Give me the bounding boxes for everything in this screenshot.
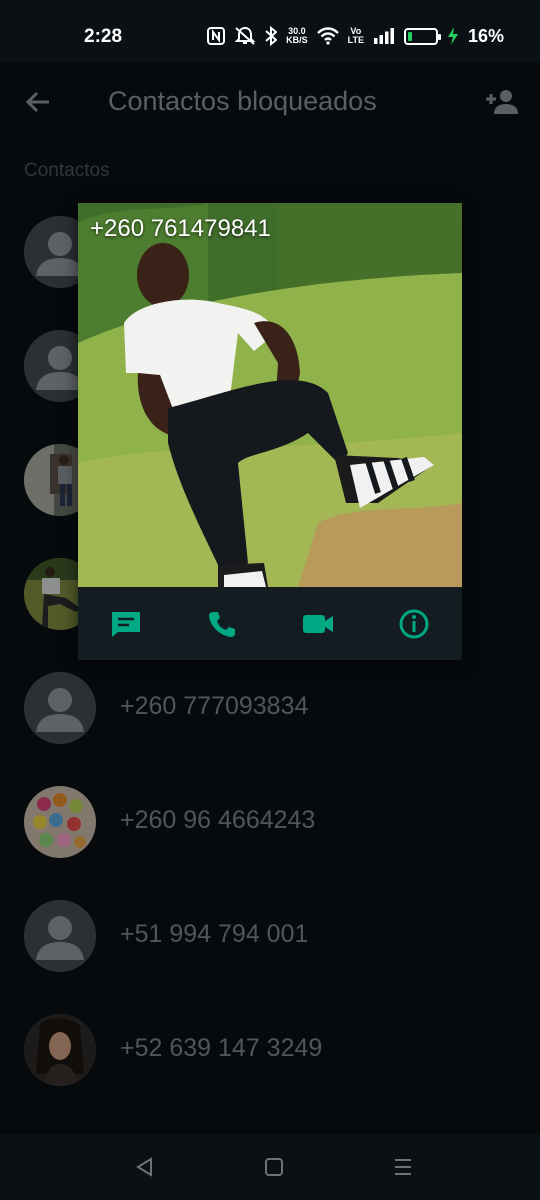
profile-popup: +260 761479841 [78, 203, 462, 660]
contact-name: +260 777093834 [120, 692, 309, 720]
message-button[interactable] [96, 594, 156, 654]
info-button[interactable] [384, 594, 444, 654]
message-icon [112, 611, 140, 637]
net-speed-unit: KB/S [286, 35, 308, 45]
photo-avatar [24, 786, 96, 858]
default-avatar-icon [24, 672, 96, 744]
status-bar: 2:28 30.0 KB/S Vo LTE 16% [0, 0, 540, 70]
status-time: 2:28 [84, 26, 123, 47]
section-label: Contactos [24, 160, 110, 181]
contact-name: +51 994 794 001 [120, 920, 309, 948]
arrow-back-icon [25, 91, 49, 113]
back-button[interactable] [18, 82, 58, 122]
battery-percent: 16% [467, 25, 504, 46]
nav-menu-icon [395, 1159, 411, 1175]
page-title: Contactos bloqueados [108, 86, 377, 116]
system-nav-bar [0, 1134, 540, 1200]
avatar [24, 900, 96, 972]
list-item[interactable]: +260 96 4664243 [0, 786, 540, 900]
app-bar: Contactos bloqueados [0, 62, 540, 142]
volte-bottom: LTE [347, 35, 364, 45]
nav-menu-button[interactable] [388, 1154, 418, 1180]
photo-avatar [24, 1014, 96, 1086]
call-button[interactable] [192, 594, 252, 654]
profile-image [78, 203, 462, 587]
bluetooth-icon [265, 26, 278, 46]
contact-name: +52 639 147 3249 [120, 1034, 323, 1062]
nfc-icon [207, 27, 226, 45]
video-call-button[interactable] [288, 594, 348, 654]
profile-photo[interactable] [78, 203, 462, 587]
popup-contact-name: +260 761479841 [90, 215, 271, 242]
call-icon [209, 611, 235, 637]
signal-icon [373, 27, 395, 45]
battery-icon [403, 27, 441, 45]
nav-back-icon [136, 1157, 152, 1177]
info-icon [399, 609, 429, 638]
popup-actions [78, 587, 462, 660]
list-item[interactable]: +51 994 794 001 [0, 900, 540, 1014]
battery-fill [407, 31, 412, 41]
video-call-icon [303, 614, 333, 633]
charging-icon [447, 26, 459, 46]
avatar [24, 786, 96, 858]
wifi-icon [316, 27, 339, 45]
contact-name: +260 96 4664243 [120, 806, 316, 834]
default-avatar-icon [24, 900, 96, 972]
add-contact-icon [486, 90, 518, 114]
avatar [24, 672, 96, 744]
nav-home-button[interactable] [259, 1154, 289, 1180]
add-contact-button[interactable] [482, 82, 522, 122]
mute-icon [234, 26, 256, 46]
list-item[interactable]: +52 639 147 3249 [0, 1014, 540, 1128]
list-item[interactable]: +260 777093834 [0, 672, 540, 786]
volte-icon: Vo LTE [348, 27, 364, 45]
avatar [24, 1014, 96, 1086]
nav-back-button[interactable] [130, 1154, 160, 1180]
nav-home-icon [265, 1158, 283, 1176]
net-speed: 30.0 KB/S [286, 27, 308, 45]
status-icons: 30.0 KB/S Vo LTE 16% [207, 24, 504, 48]
